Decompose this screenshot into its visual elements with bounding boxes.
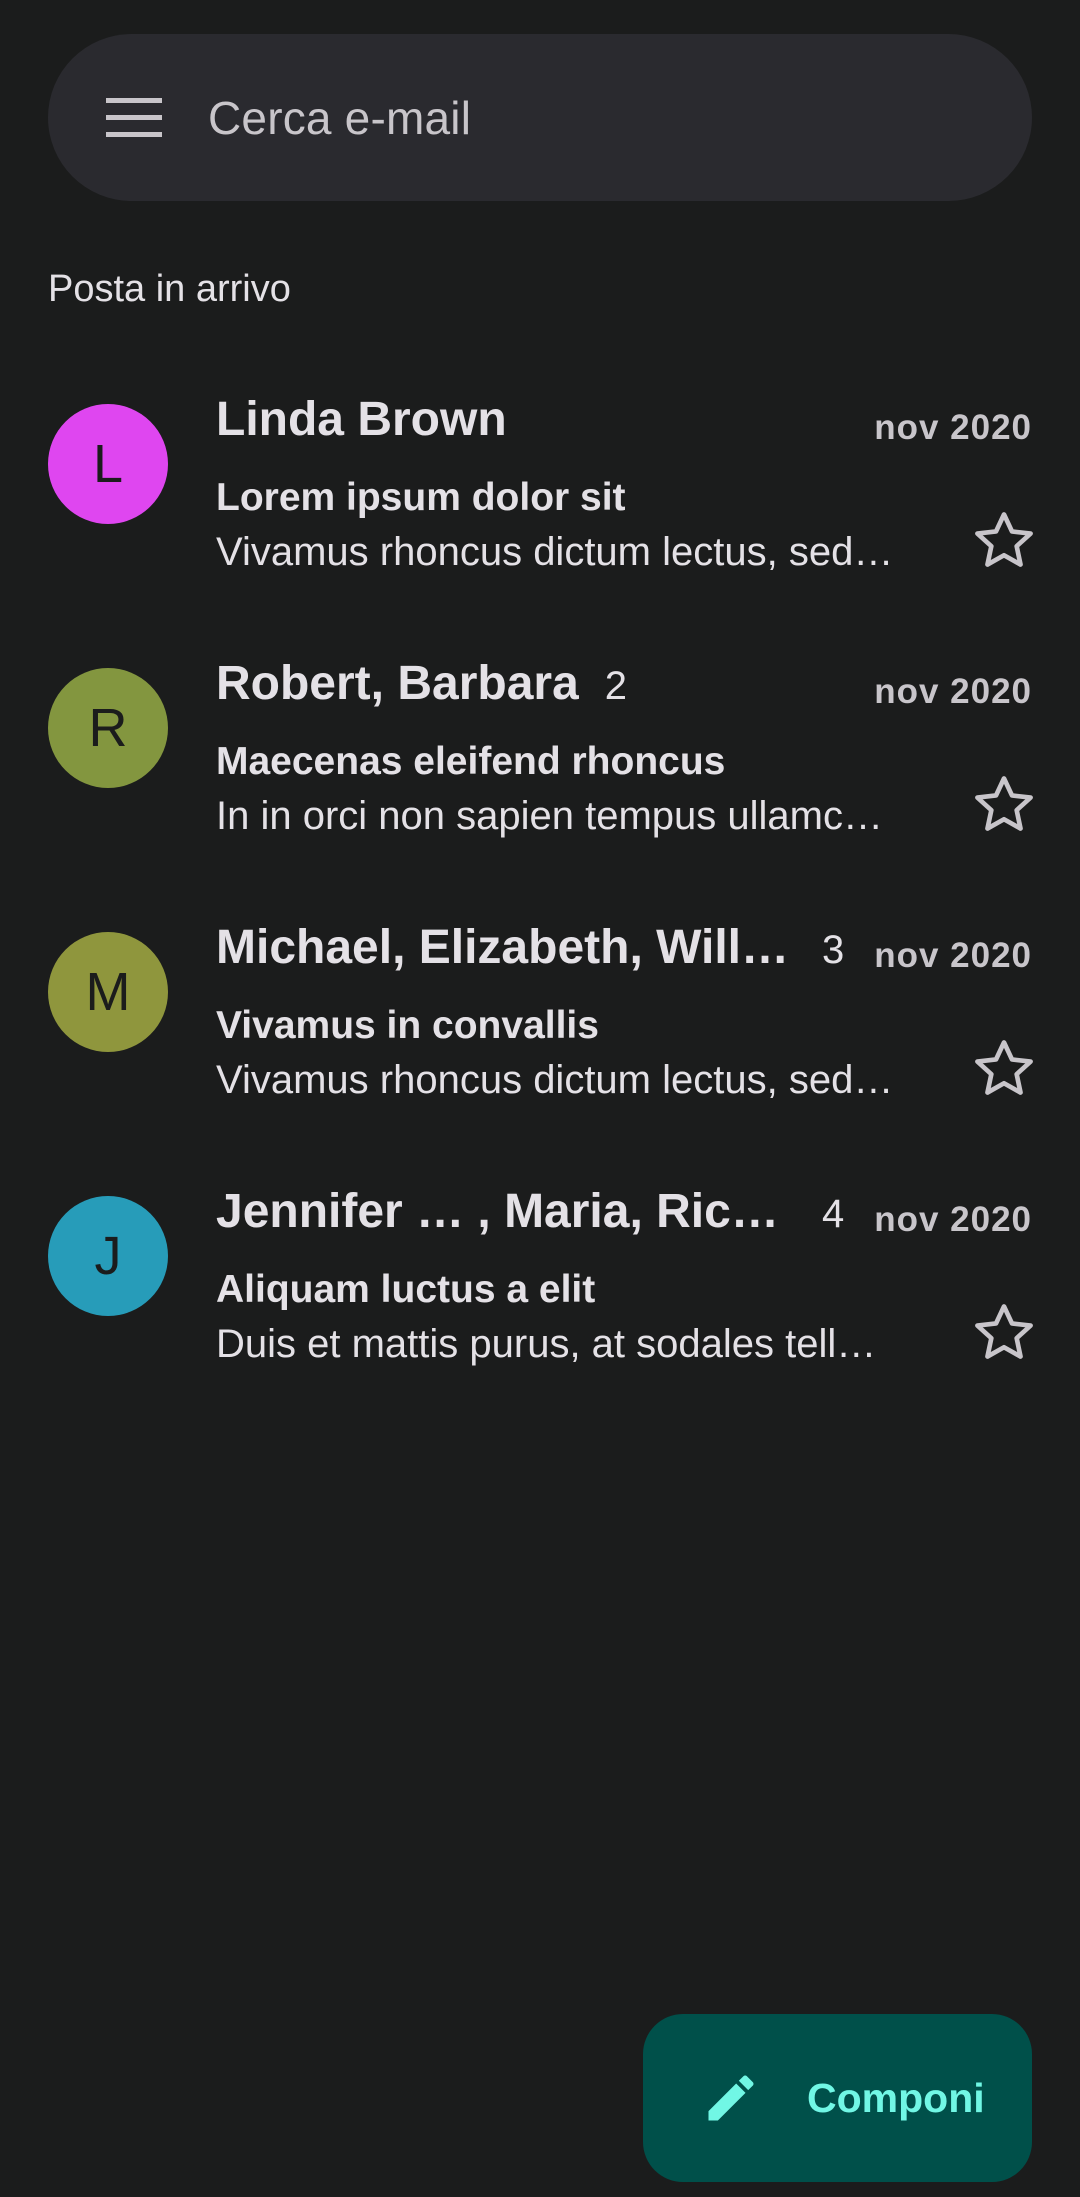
- email-row[interactable]: J Jennifer … , Maria, Rich… 4 nov 2020 A…: [0, 1164, 1080, 1428]
- email-snippet: In in orci non sapien tempus ullamc…: [216, 794, 883, 838]
- star-icon[interactable]: [966, 1294, 1042, 1370]
- email-senders-text: Linda Brown: [216, 393, 507, 446]
- search-input[interactable]: Cerca e-mail: [208, 91, 471, 145]
- email-subject: Maecenas eleifend rhoncus: [216, 740, 726, 783]
- thread-count: 2: [604, 664, 628, 708]
- email-senders: Jennifer … , Maria, Rich… 4: [216, 1184, 856, 1239]
- avatar[interactable]: J: [48, 1196, 168, 1316]
- star-icon[interactable]: [966, 766, 1042, 842]
- search-bar[interactable]: Cerca e-mail: [48, 34, 1032, 201]
- email-list: L Linda Brown nov 2020 Lorem ipsum dolor…: [0, 372, 1080, 1428]
- section-title: Posta in arrivo: [48, 268, 291, 310]
- email-subject: Lorem ipsum dolor sit: [216, 476, 626, 519]
- avatar[interactable]: R: [48, 668, 168, 788]
- avatar[interactable]: M: [48, 932, 168, 1052]
- email-date: nov 2020: [874, 408, 1032, 447]
- menu-icon[interactable]: [104, 88, 164, 148]
- email-row[interactable]: L Linda Brown nov 2020 Lorem ipsum dolor…: [0, 372, 1080, 636]
- email-subject: Aliquam luctus a elit: [216, 1268, 596, 1311]
- inbox-screen: Cerca e-mail Posta in arrivo L Linda Bro…: [0, 0, 1080, 2197]
- thread-count: 4: [822, 1192, 845, 1236]
- email-senders: Linda Brown: [216, 392, 856, 447]
- email-snippet: Duis et mattis purus, at sodales tell…: [216, 1322, 877, 1366]
- email-senders-text: Robert, Barbara: [216, 657, 579, 710]
- email-senders: Michael, Elizabeth, Willi… 3: [216, 920, 856, 975]
- email-date: nov 2020: [874, 936, 1032, 975]
- pencil-icon: [699, 2066, 763, 2130]
- email-row[interactable]: M Michael, Elizabeth, Willi… 3 nov 2020 …: [0, 900, 1080, 1164]
- email-snippet: Vivamus rhoncus dictum lectus, sed…: [216, 1058, 894, 1102]
- email-date: nov 2020: [874, 1200, 1032, 1239]
- email-snippet: Vivamus rhoncus dictum lectus, sed…: [216, 530, 894, 574]
- star-icon[interactable]: [966, 1030, 1042, 1106]
- thread-count: 3: [822, 928, 845, 972]
- avatar[interactable]: L: [48, 404, 168, 524]
- email-senders: Robert, Barbara 2: [216, 656, 856, 711]
- email-senders-text: Michael, Elizabeth, Willi…: [216, 921, 796, 974]
- email-date: nov 2020: [874, 672, 1032, 711]
- compose-label: Componi: [807, 2074, 985, 2121]
- email-senders-text: Jennifer … , Maria, Rich…: [216, 1185, 796, 1238]
- email-row[interactable]: R Robert, Barbara 2 nov 2020 Maecenas el…: [0, 636, 1080, 900]
- compose-button[interactable]: Componi: [643, 2014, 1032, 2182]
- email-subject: Vivamus in convallis: [216, 1004, 599, 1047]
- star-icon[interactable]: [966, 502, 1042, 578]
